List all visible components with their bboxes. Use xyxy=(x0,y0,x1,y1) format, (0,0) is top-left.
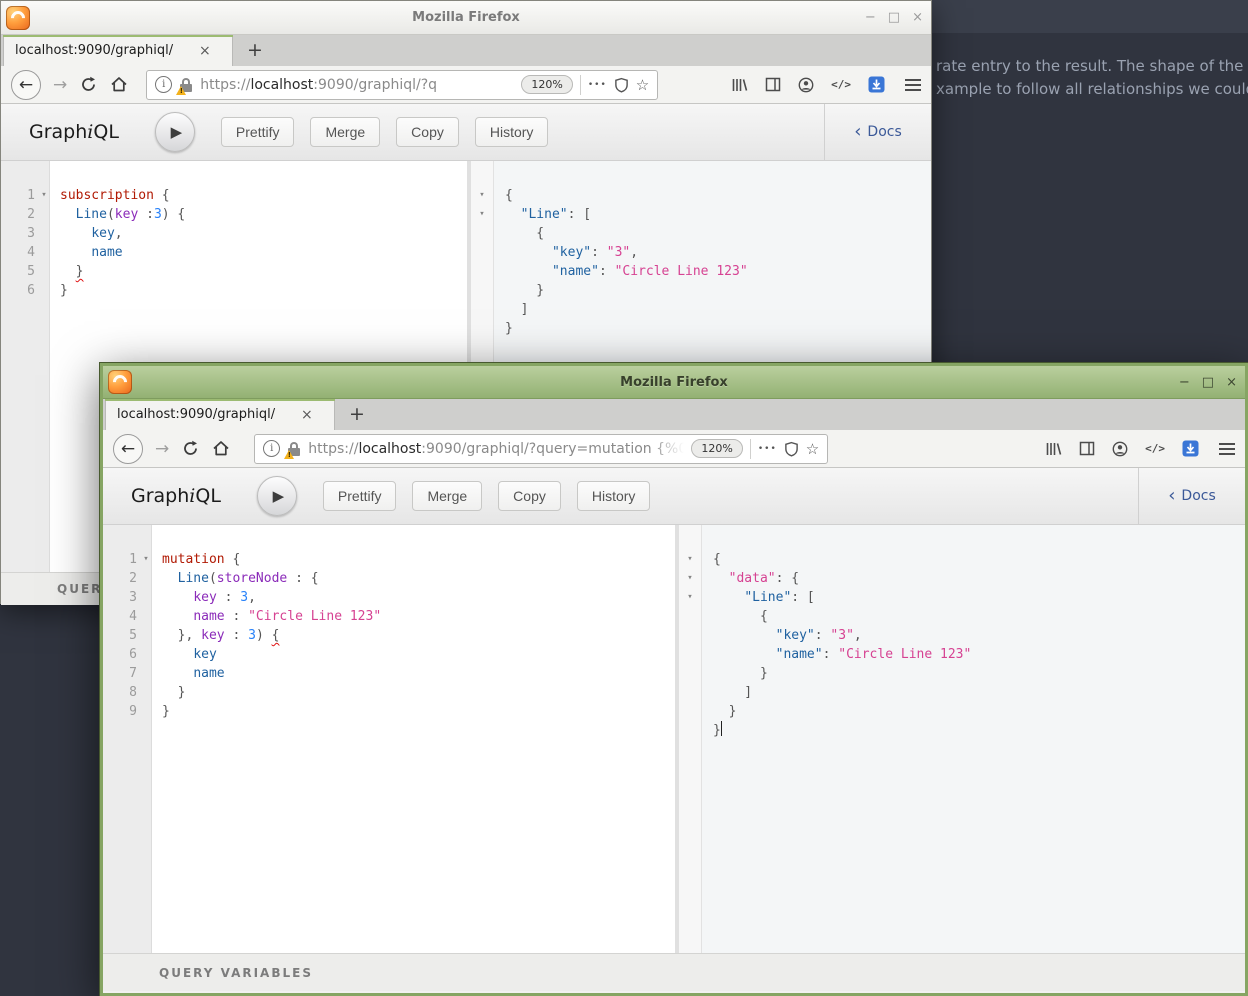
docs-button[interactable]: ‹ Docs xyxy=(824,104,931,160)
history-button[interactable]: History xyxy=(577,481,651,511)
account-icon[interactable] xyxy=(798,77,814,93)
menu-icon[interactable] xyxy=(905,79,921,91)
execute-button[interactable]: ▶ xyxy=(257,476,297,516)
tab-bar: localhost:9090/graphiql/ × + xyxy=(103,399,1245,430)
close-icon[interactable]: × xyxy=(1226,376,1237,389)
doc-line: rate entry to the result. The shape of t… xyxy=(936,55,1248,78)
tab-title: localhost:9090/graphiql/ xyxy=(4,43,197,58)
page-info-icon[interactable]: i xyxy=(263,440,280,457)
sidebar-icon[interactable] xyxy=(765,77,781,92)
graphiql-toolbar: GraphiQL ▶ Prettify Merge Copy History ‹… xyxy=(1,104,931,161)
desktop: rate entry to the result. The shape of t… xyxy=(0,0,1248,996)
tab-close-icon[interactable]: × xyxy=(199,43,211,59)
firefox-icon xyxy=(108,370,132,394)
menu-icon[interactable] xyxy=(1219,443,1235,455)
page-info-icon[interactable]: i xyxy=(155,76,172,93)
graphiql-toolbar: GraphiQL ▶ Prettify Merge Copy History ‹… xyxy=(103,468,1245,525)
home-icon[interactable] xyxy=(212,440,230,457)
minimize-icon[interactable]: − xyxy=(865,11,876,24)
library-icon[interactable] xyxy=(731,77,748,93)
docs-button[interactable]: ‹ Docs xyxy=(1138,468,1245,524)
developer-tools-icon[interactable]: </> xyxy=(831,78,851,91)
play-icon: ▶ xyxy=(171,123,183,141)
zoom-level-badge[interactable]: 120% xyxy=(521,75,572,94)
tab-bar: localhost:9090/graphiql/ × + xyxy=(1,35,931,66)
sidebar-icon[interactable] xyxy=(1079,441,1095,456)
graphiql-panes: 1▾mutation {2 Line(storeNode : {3 key : … xyxy=(103,525,1245,953)
window-title: Mozilla Firefox xyxy=(1,10,931,25)
doc-line: xample to follow all relationships we co… xyxy=(936,78,1248,101)
navigation-toolbar: ← → i https://localhost:9090/graphiql/?q… xyxy=(1,66,931,104)
insecure-lock-icon[interactable] xyxy=(287,441,301,457)
url-text[interactable]: https://localhost:9090/graphiql/?q xyxy=(200,77,514,93)
firefox-icon xyxy=(6,6,30,30)
merge-button[interactable]: Merge xyxy=(412,481,482,511)
reload-icon[interactable] xyxy=(182,440,199,457)
forward-button[interactable]: → xyxy=(155,439,169,459)
firefox-window-front: Mozilla Firefox − □ × localhost:9090/gra… xyxy=(100,363,1248,996)
reload-icon[interactable] xyxy=(80,76,97,93)
chevron-left-icon: ‹ xyxy=(1168,487,1175,505)
query-variables-bar[interactable]: QUERY VARIABLES xyxy=(103,953,1245,991)
minimize-icon[interactable]: − xyxy=(1179,376,1190,389)
download-icon[interactable] xyxy=(868,76,885,93)
url-text[interactable]: https://localhost:9090/graphiql/?query=m… xyxy=(308,441,684,457)
merge-button[interactable]: Merge xyxy=(310,117,380,147)
pocket-shield-icon[interactable] xyxy=(784,441,799,457)
play-icon: ▶ xyxy=(273,487,285,505)
tab-title: localhost:9090/graphiql/ xyxy=(106,407,299,422)
insecure-lock-icon[interactable] xyxy=(179,77,193,93)
toolbar-icons: </> xyxy=(731,76,885,93)
tab-close-icon[interactable]: × xyxy=(301,407,313,423)
back-button[interactable]: ← xyxy=(11,70,41,100)
close-icon[interactable]: × xyxy=(912,11,923,24)
developer-tools-icon[interactable]: </> xyxy=(1145,442,1165,455)
titlebar[interactable]: Mozilla Firefox − □ × xyxy=(103,366,1245,399)
maximize-icon[interactable]: □ xyxy=(1202,376,1214,389)
url-bar[interactable]: i https://localhost:9090/graphiql/?query… xyxy=(254,434,828,464)
navigation-toolbar: ← → i https://localhost:9090/graphiql/?q… xyxy=(103,430,1245,468)
history-button[interactable]: History xyxy=(475,117,549,147)
query-editor[interactable]: 1▾mutation {2 Line(storeNode : {3 key : … xyxy=(103,525,675,953)
maximize-icon[interactable]: □ xyxy=(888,11,900,24)
bookmark-star-icon[interactable]: ☆ xyxy=(806,440,819,458)
prettify-button[interactable]: Prettify xyxy=(221,117,295,147)
prettify-button[interactable]: Prettify xyxy=(323,481,397,511)
copy-button[interactable]: Copy xyxy=(396,117,459,147)
titlebar[interactable]: Mozilla Firefox − □ × xyxy=(1,1,931,35)
forward-button[interactable]: → xyxy=(53,75,67,95)
execute-button[interactable]: ▶ xyxy=(155,112,195,152)
home-icon[interactable] xyxy=(110,76,128,93)
copy-button[interactable]: Copy xyxy=(498,481,561,511)
chevron-left-icon: ‹ xyxy=(854,123,861,141)
page-actions-icon[interactable]: ••• xyxy=(758,444,777,454)
page-actions-icon[interactable]: ••• xyxy=(588,80,607,90)
new-tab-button[interactable]: + xyxy=(243,38,267,62)
toolbar-icons: </> xyxy=(1045,440,1199,457)
bookmark-star-icon[interactable]: ☆ xyxy=(636,76,649,94)
graphiql-logo: GraphiQL xyxy=(131,485,221,507)
result-panel: ▾{▾ "data": {▾ "Line": [ { "key": "3", "… xyxy=(679,525,1245,953)
download-icon[interactable] xyxy=(1182,440,1199,457)
account-icon[interactable] xyxy=(1112,441,1128,457)
window-title: Mozilla Firefox xyxy=(103,375,1245,390)
background-document-text: rate entry to the result. The shape of t… xyxy=(936,55,1248,101)
divider xyxy=(580,75,581,95)
library-icon[interactable] xyxy=(1045,441,1062,457)
pocket-shield-icon[interactable] xyxy=(614,77,629,93)
new-tab-button[interactable]: + xyxy=(345,402,369,426)
url-bar[interactable]: i https://localhost:9090/graphiql/?q 120… xyxy=(146,70,658,100)
graphiql-logo: GraphiQL xyxy=(29,121,119,143)
back-button[interactable]: ← xyxy=(113,434,143,464)
zoom-level-badge[interactable]: 120% xyxy=(691,439,742,458)
tab-graphiql[interactable]: localhost:9090/graphiql/ × xyxy=(3,35,233,66)
divider xyxy=(750,439,751,459)
tab-graphiql[interactable]: localhost:9090/graphiql/ × xyxy=(105,399,335,430)
